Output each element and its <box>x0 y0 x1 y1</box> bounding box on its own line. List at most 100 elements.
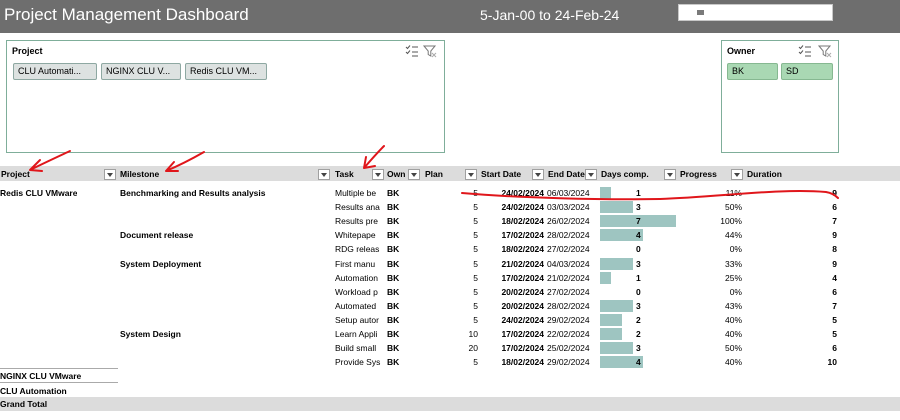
owner-code: BK <box>387 300 400 311</box>
col-header-milestone: Milestone <box>120 169 160 179</box>
duration-value: 7 <box>832 300 837 311</box>
grand-total-label: Grand Total <box>0 399 48 409</box>
date-range-label: 5-Jan-00 to 24-Feb-24 <box>480 7 620 23</box>
project-filter-dropdown[interactable] <box>104 169 116 180</box>
start-date: 21/02/2024 <box>501 258 544 269</box>
days-value: 1 <box>636 272 641 283</box>
duration-value: 8 <box>832 244 837 255</box>
task-name: Automated <box>335 300 377 311</box>
project-slicer: Project CLU Automati... NGINX CLU V... R… <box>6 40 445 153</box>
col-header-progress: Progress <box>680 169 717 179</box>
timeline-slicer[interactable] <box>678 4 833 21</box>
start-date: 24/02/2024 <box>501 188 544 198</box>
duration-value: 7 <box>832 216 837 227</box>
end-date: 26/02/2024 <box>547 216 590 227</box>
end-date: 22/02/2024 <box>547 329 590 339</box>
col-header-duration: Duration <box>747 169 782 179</box>
days-data-bar <box>600 313 622 326</box>
days-value: 2 <box>636 329 641 339</box>
project-row-nginx: NGINX CLU VMware <box>0 371 82 381</box>
start-date: 24/02/2024 <box>501 314 544 325</box>
progress-filter-dropdown[interactable] <box>731 169 743 180</box>
start-date: 17/02/2024 <box>501 272 544 283</box>
plan-value: 5 <box>473 188 478 198</box>
duration-value: 6 <box>832 286 837 297</box>
multi-select-icon[interactable] <box>798 44 812 58</box>
task-name: RDG releas <box>335 244 380 255</box>
plan-filter-dropdown[interactable] <box>465 169 477 180</box>
days-data-bar <box>600 201 633 214</box>
duration-value: 10 <box>827 357 837 368</box>
project-chip-nginx[interactable]: NGINX CLU V... <box>101 63 181 80</box>
end-date: 28/02/2024 <box>547 230 590 241</box>
col-header-owner: Own <box>387 169 406 179</box>
duration-value: 9 <box>832 258 837 269</box>
task-name: First manu <box>335 258 376 269</box>
owner-code: BK <box>387 314 400 325</box>
days-value: 3 <box>636 343 641 354</box>
duration-value: 4 <box>832 272 837 283</box>
end-date: 25/02/2024 <box>547 343 590 354</box>
owner-chip-sd[interactable]: SD <box>781 63 833 80</box>
end-date: 21/02/2024 <box>547 272 590 283</box>
milestone-name: System Deployment <box>120 258 202 269</box>
clear-filter-icon[interactable] <box>423 44 437 58</box>
days-filter-dropdown[interactable] <box>664 169 676 180</box>
progress-value: 11% <box>725 188 742 198</box>
owner-chip-bk[interactable]: BK <box>727 63 778 80</box>
col-header-project: Project <box>1 169 30 179</box>
start-date: 20/02/2024 <box>501 286 544 297</box>
progress-value: 0% <box>729 286 742 297</box>
col-header-start-date: Start Date <box>481 169 522 179</box>
start-date: 17/02/2024 <box>501 343 544 354</box>
task-name: Workload p <box>335 286 378 297</box>
owner-code: BK <box>387 188 400 198</box>
owner-code: BK <box>387 329 400 339</box>
milestone-name: System Design <box>120 329 181 339</box>
pivot-header-row: Project Milestone Task Own Plan Start Da… <box>0 166 900 181</box>
table-row: System Deployment First manu BK 5 21/02/2024… <box>0 257 900 271</box>
timeline-handle[interactable] <box>697 10 704 15</box>
project-chip-clu-automation[interactable]: CLU Automati... <box>13 63 97 80</box>
days-data-bar <box>600 328 622 340</box>
progress-value: 50% <box>724 343 742 354</box>
end-date-filter-dropdown[interactable] <box>585 169 597 180</box>
plan-value: 5 <box>473 216 478 227</box>
start-date: 24/02/2024 <box>501 202 544 213</box>
table-row: Benchmarking and Results analysis Multipl… <box>0 186 900 200</box>
duration-value: 9 <box>832 188 837 198</box>
plan-value: 10 <box>468 329 478 339</box>
table-row: Results pre BK 5 18/02/2024 26/02/2024 7 100% 7 <box>0 214 900 228</box>
divider <box>0 382 118 383</box>
table-row: Provide Sys BK 5 18/02/2024 29/02/2024 4 40% 10 <box>0 355 900 369</box>
project-slicer-title: Project <box>12 46 43 56</box>
project-chip-redis[interactable]: Redis CLU VM... <box>185 63 267 80</box>
multi-select-icon[interactable] <box>405 44 419 58</box>
owner-code: BK <box>387 343 400 354</box>
owner-slicer: Owner BK SD <box>721 40 839 153</box>
task-filter-dropdown[interactable] <box>372 169 384 180</box>
owner-slicer-title: Owner <box>727 46 756 56</box>
milestone-filter-dropdown[interactable] <box>318 169 330 180</box>
milestone-name: Benchmarking and Results analysis <box>120 188 266 198</box>
end-date: 28/02/2024 <box>547 300 590 311</box>
end-date: 27/02/2024 <box>547 244 590 255</box>
table-row: Setup autor BK 5 24/02/2024 29/02/2024 2 40% 5 <box>0 313 900 327</box>
plan-value: 5 <box>473 230 478 241</box>
days-value: 3 <box>636 258 641 269</box>
plan-value: 20 <box>468 343 478 354</box>
dashboard-header: Project Management Dashboard 5-Jan-00 to… <box>0 0 900 33</box>
end-date: 04/03/2024 <box>547 258 590 269</box>
task-name: Multiple be <box>335 188 377 198</box>
owner-filter-dropdown[interactable] <box>408 169 420 180</box>
task-name: Results pre <box>335 216 378 227</box>
start-date-filter-dropdown[interactable] <box>532 169 544 180</box>
days-data-bar <box>600 257 633 270</box>
task-name: Whitepape <box>335 230 376 241</box>
start-date: 20/02/2024 <box>501 300 544 311</box>
owner-code: BK <box>387 230 400 241</box>
plan-value: 5 <box>473 258 478 269</box>
clear-filter-icon[interactable] <box>818 44 832 58</box>
progress-value: 43% <box>724 300 742 311</box>
table-row: RDG releas BK 5 18/02/2024 27/02/2024 0 0% 8 <box>0 242 900 256</box>
